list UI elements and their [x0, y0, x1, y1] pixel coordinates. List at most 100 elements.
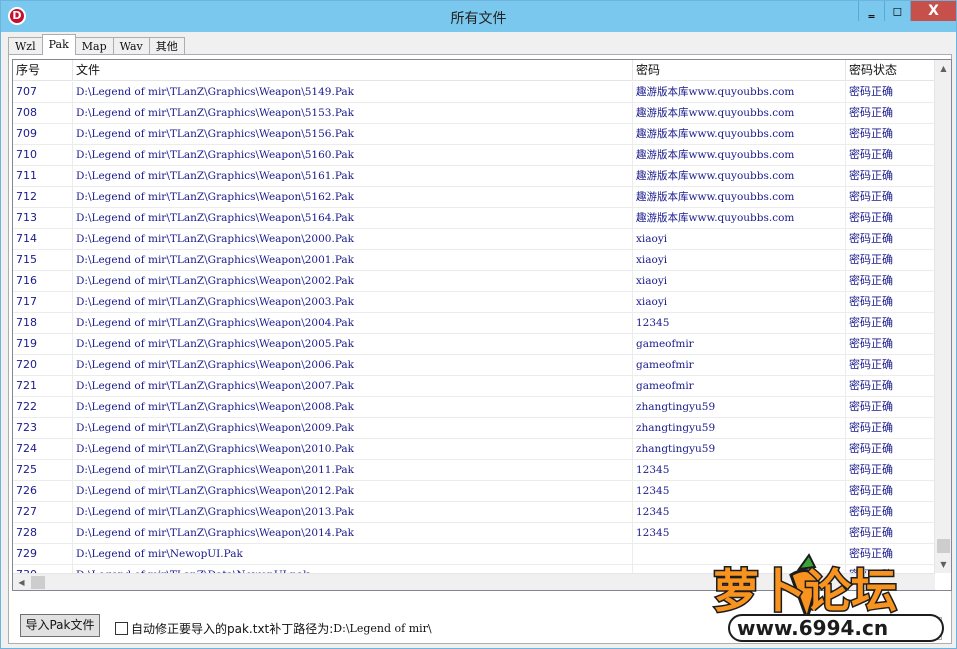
list-header: 序号 文件 密码 密码状态 [13, 60, 935, 81]
row-password: xiaoyi [633, 271, 846, 291]
tab-other[interactable]: 其他 [148, 37, 185, 55]
table-row[interactable]: 718 D:\Legend of mir\TLanZ\Graphics\Weapo… [13, 313, 935, 334]
row-password-status: 密码正确 [846, 355, 935, 375]
row-password-status: 密码正确 [846, 334, 935, 354]
table-row[interactable]: 726 D:\Legend of mir\TLanZ\Graphics\Weapo… [13, 481, 935, 502]
table-row[interactable]: 707 D:\Legend of mir\TLanZ\Graphics\Weapo… [13, 82, 935, 103]
header-status[interactable]: 密码状态 [846, 60, 935, 81]
table-row[interactable]: 712 D:\Legend of mir\TLanZ\Graphics\Weapo… [13, 187, 935, 208]
watermark-url: www.6994.cn [737, 616, 888, 640]
title-bar[interactable]: D 所有文件 ‗ ◻ X [1, 1, 956, 32]
row-file-path: D:\Legend of mir\TLanZ\Graphics\Weapon\2… [73, 229, 633, 249]
table-row[interactable]: 708 D:\Legend of mir\TLanZ\Graphics\Weapo… [13, 103, 935, 124]
auto-fix-option[interactable]: 自动修正要导入的pak.txt补丁路径为: D:\Legend of mir\ [115, 620, 432, 637]
file-list[interactable]: 序号 文件 密码 密码状态 707 D:\Legend of mir\TLanZ\… [12, 59, 952, 591]
table-row[interactable]: 709 D:\Legend of mir\TLanZ\Graphics\Weapo… [13, 124, 935, 145]
row-password: 12345 [633, 313, 846, 333]
row-number: 720 [13, 355, 73, 375]
row-file-path: D:\Legend of mir\TLanZ\Graphics\Weapon\2… [73, 397, 633, 417]
auto-fix-path: D:\Legend of mir\ [333, 622, 432, 635]
tab-wzl[interactable]: Wzl [8, 37, 43, 55]
row-password-status: 密码正确 [846, 502, 935, 522]
table-row[interactable]: 721 D:\Legend of mir\TLanZ\Graphics\Weapo… [13, 376, 935, 397]
auto-fix-checkbox[interactable] [115, 622, 128, 635]
tab-strip: Wzl Pak Map Wav 其他 [8, 34, 185, 55]
row-file-path: D:\Legend of mir\TLanZ\Graphics\Weapon\5… [73, 166, 633, 186]
import-pak-button[interactable]: 导入Pak文件 [20, 614, 100, 637]
row-password-status: 密码正确 [846, 439, 935, 459]
row-number: 709 [13, 124, 73, 144]
row-number: 718 [13, 313, 73, 333]
table-row[interactable]: 725 D:\Legend of mir\TLanZ\Graphics\Weapo… [13, 460, 935, 481]
row-password-status: 密码正确 [846, 82, 935, 102]
table-row[interactable]: 724 D:\Legend of mir\TLanZ\Graphics\Weapo… [13, 439, 935, 460]
row-file-path: D:\Legend of mir\TLanZ\Graphics\Weapon\2… [73, 523, 633, 543]
row-number: 723 [13, 418, 73, 438]
table-row[interactable]: 713 D:\Legend of mir\TLanZ\Graphics\Weapo… [13, 208, 935, 229]
main-window: D 所有文件 ‗ ◻ X Wzl Pak Map Wav 其他 序号 文件 密码… [0, 0, 957, 649]
horizontal-scroll-thumb[interactable] [31, 576, 45, 589]
window-controls: ‗ ◻ X [858, 1, 956, 23]
row-file-path: D:\Legend of mir\NewopUI.Pak [73, 544, 633, 564]
row-file-path: D:\Legend of mir\TLanZ\Graphics\Weapon\5… [73, 82, 633, 102]
row-password-status: 密码正确 [846, 271, 935, 291]
row-password-status: 密码正确 [846, 208, 935, 228]
table-row[interactable]: 727 D:\Legend of mir\TLanZ\Graphics\Weapo… [13, 502, 935, 523]
row-password: 12345 [633, 481, 846, 501]
row-password-status: 密码正确 [846, 523, 935, 543]
row-number: 722 [13, 397, 73, 417]
row-file-path: D:\Legend of mir\TLanZ\Graphics\Weapon\2… [73, 439, 633, 459]
row-password: xiaoyi [633, 229, 846, 249]
row-password: 趣游版本库www.quyoubbs.com [633, 82, 846, 102]
minimize-button[interactable]: ‗ [858, 1, 884, 21]
minimize-icon: ‗ [868, 4, 875, 18]
row-number: 712 [13, 187, 73, 207]
table-row[interactable]: 728 D:\Legend of mir\TLanZ\Graphics\Weapo… [13, 523, 935, 544]
row-password-status: 密码正确 [846, 187, 935, 207]
table-row[interactable]: 710 D:\Legend of mir\TLanZ\Graphics\Weapo… [13, 145, 935, 166]
row-file-path: D:\Legend of mir\TLanZ\Graphics\Weapon\2… [73, 313, 633, 333]
list-body: 707 D:\Legend of mir\TLanZ\Graphics\Weapo… [13, 82, 935, 586]
row-password: 趣游版本库www.quyoubbs.com [633, 208, 846, 228]
header-no[interactable]: 序号 [13, 60, 73, 81]
header-file[interactable]: 文件 [73, 60, 633, 81]
tab-wav[interactable]: Wav [112, 37, 150, 55]
row-number: 707 [13, 82, 73, 102]
maximize-button[interactable]: ◻ [884, 1, 910, 21]
row-password-status: 密码正确 [846, 397, 935, 417]
scroll-up-icon[interactable]: ▲ [935, 60, 951, 77]
table-row[interactable]: 723 D:\Legend of mir\TLanZ\Graphics\Weapo… [13, 418, 935, 439]
row-password-status: 密码正确 [846, 376, 935, 396]
close-button[interactable]: X [910, 1, 956, 21]
table-row[interactable]: 715 D:\Legend of mir\TLanZ\Graphics\Weapo… [13, 250, 935, 271]
scroll-left-icon[interactable]: ◀ [13, 574, 30, 590]
row-password-status: 密码正确 [846, 229, 935, 249]
table-row[interactable]: 714 D:\Legend of mir\TLanZ\Graphics\Weapo… [13, 229, 935, 250]
row-file-path: D:\Legend of mir\TLanZ\Graphics\Weapon\2… [73, 481, 633, 501]
row-file-path: D:\Legend of mir\TLanZ\Graphics\Weapon\2… [73, 334, 633, 354]
row-number: 713 [13, 208, 73, 228]
table-row[interactable]: 722 D:\Legend of mir\TLanZ\Graphics\Weapo… [13, 397, 935, 418]
row-file-path: D:\Legend of mir\TLanZ\Graphics\Weapon\2… [73, 355, 633, 375]
row-password: 12345 [633, 502, 846, 522]
row-number: 711 [13, 166, 73, 186]
row-password: gameofmir [633, 334, 846, 354]
row-number: 725 [13, 460, 73, 480]
row-file-path: D:\Legend of mir\TLanZ\Graphics\Weapon\2… [73, 376, 633, 396]
row-password: 趣游版本库www.quyoubbs.com [633, 187, 846, 207]
table-row[interactable]: 716 D:\Legend of mir\TLanZ\Graphics\Weapo… [13, 271, 935, 292]
row-number: 729 [13, 544, 73, 564]
forum-watermark-logo: 萝卜论坛 www.6994.cn [712, 553, 944, 642]
header-password[interactable]: 密码 [633, 60, 846, 81]
row-password-status: 密码正确 [846, 250, 935, 270]
row-file-path: D:\Legend of mir\TLanZ\Graphics\Weapon\5… [73, 208, 633, 228]
table-row[interactable]: 717 D:\Legend of mir\TLanZ\Graphics\Weapo… [13, 292, 935, 313]
row-number: 719 [13, 334, 73, 354]
table-row[interactable]: 711 D:\Legend of mir\TLanZ\Graphics\Weapo… [13, 166, 935, 187]
tab-map[interactable]: Map [74, 37, 114, 55]
table-row[interactable]: 720 D:\Legend of mir\TLanZ\Graphics\Weapo… [13, 355, 935, 376]
tab-pak[interactable]: Pak [41, 34, 76, 55]
table-row[interactable]: 719 D:\Legend of mir\TLanZ\Graphics\Weapo… [13, 334, 935, 355]
row-password: 趣游版本库www.quyoubbs.com [633, 145, 846, 165]
vertical-scrollbar[interactable]: ▲ ▼ [934, 60, 951, 573]
